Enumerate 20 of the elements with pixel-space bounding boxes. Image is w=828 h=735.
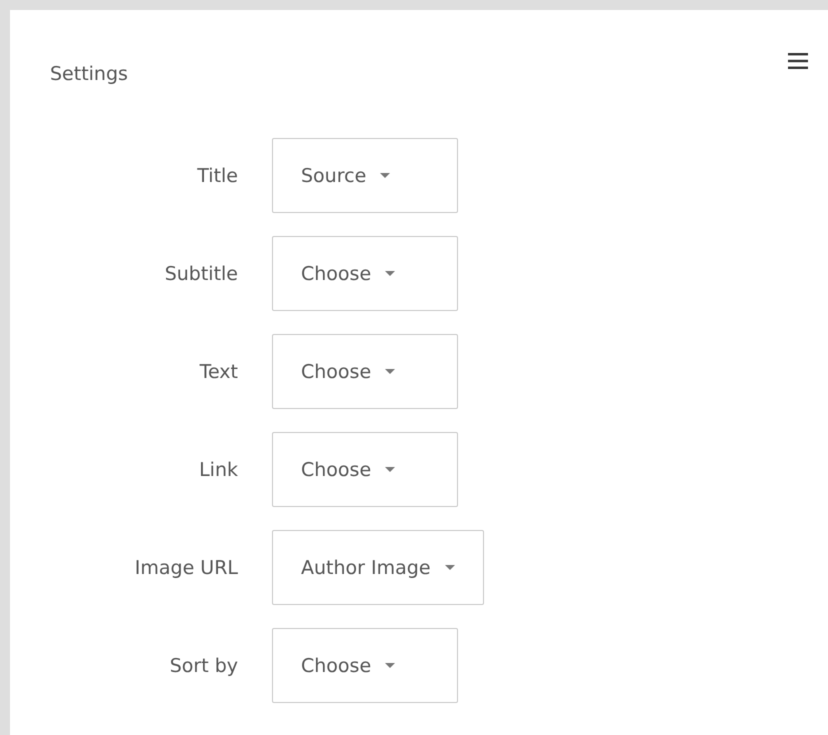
menu-icon[interactable] (788, 52, 808, 70)
field-label: Link (198, 458, 238, 480)
field-label: Image URL (134, 556, 238, 578)
field-label: Subtitle (164, 262, 238, 284)
settings-title: Settings (50, 63, 128, 85)
dropdown[interactable]: Choose (272, 628, 458, 703)
caret-icon (385, 270, 396, 276)
caret-icon (380, 172, 390, 178)
caret-icon (385, 368, 396, 374)
field-label: Title (196, 164, 238, 186)
caret-icon (385, 466, 396, 472)
field-label: Sort by (168, 654, 238, 676)
dropdown[interactable]: Choose (272, 236, 458, 311)
dropdown[interactable]: Author Image (272, 530, 484, 605)
dropdown[interactable]: Choose (272, 334, 458, 409)
caret-icon (444, 564, 455, 570)
dropdown[interactable]: Source (272, 138, 458, 213)
field-label: Text (198, 360, 238, 382)
dropdown[interactable]: Choose (272, 432, 458, 507)
caret-icon (385, 662, 396, 668)
